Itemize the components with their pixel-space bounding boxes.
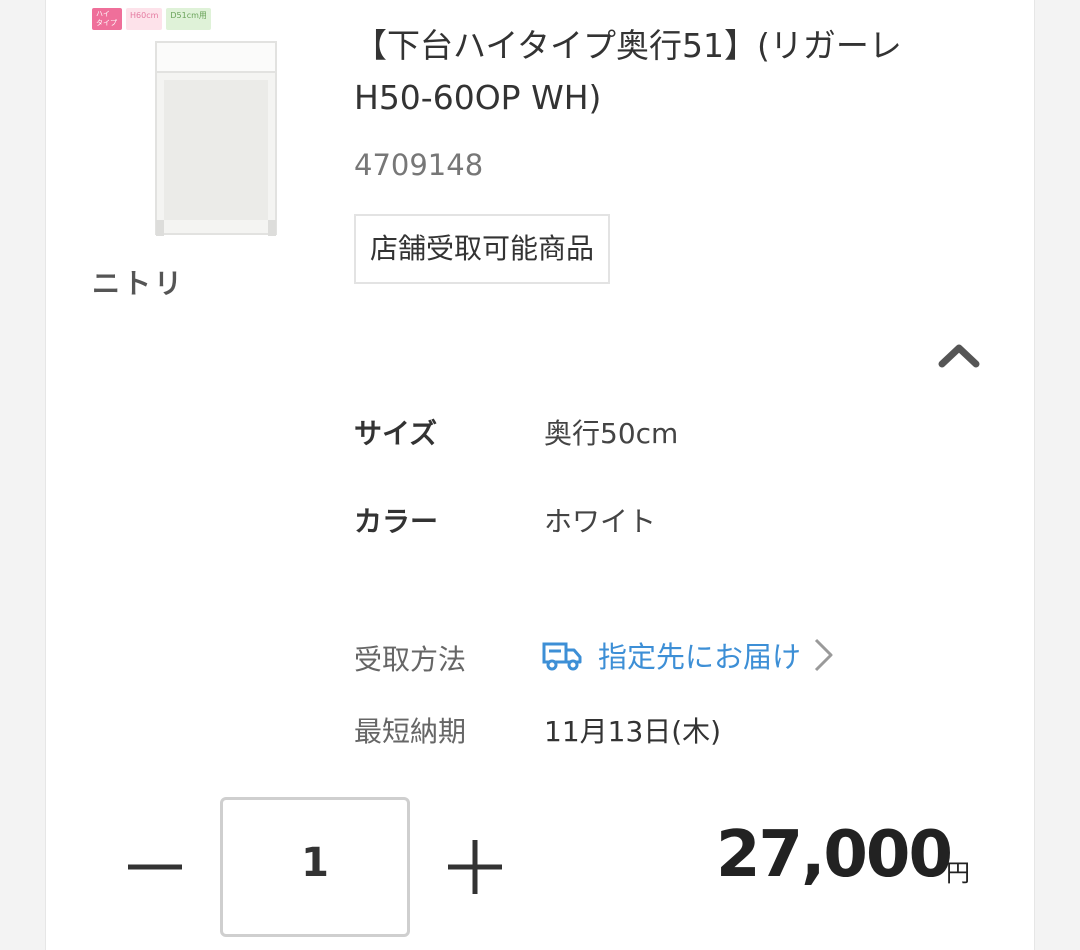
minus-icon[interactable]	[120, 832, 190, 902]
type-badge: ハイ タイプ	[92, 8, 122, 30]
delivery-method-value: 指定先にお届け	[598, 640, 802, 674]
height-badge: H60cm	[126, 8, 163, 30]
chevron-up-icon[interactable]	[936, 336, 982, 372]
color-value[interactable]: ホワイト	[544, 500, 656, 540]
product-thumbnail[interactable]: ハイ タイプ H60cm D51cm用	[92, 8, 312, 248]
plus-icon[interactable]	[440, 832, 510, 902]
delivery-method-link[interactable]: 指定先にお届け	[542, 634, 835, 676]
product-title: 【下台ハイタイプ奥行51】(リガーレ H50-60OP WH)	[354, 26, 902, 117]
cabinet-image	[155, 41, 277, 236]
earliest-delivery-label: 最短納期	[354, 715, 467, 748]
brand-name: ニトリ	[92, 267, 186, 300]
product-sku: 4709148	[354, 148, 484, 182]
thumbnail-badges: ハイ タイプ H60cm D51cm用	[92, 8, 211, 30]
price-value: 27,000	[716, 818, 953, 892]
chevron-right-icon	[814, 638, 833, 672]
price-currency: 円	[946, 859, 970, 887]
size-value[interactable]: 奥行50cm	[544, 412, 678, 452]
earliest-delivery-value: 11月13日(木)	[544, 715, 722, 748]
truck-icon	[542, 642, 582, 671]
quantity-input[interactable]: 1	[220, 797, 410, 937]
size-label: サイズ	[354, 417, 438, 450]
depth-badge: D51cm用	[166, 8, 211, 30]
color-label: カラー	[354, 505, 439, 538]
store-pickup-tag: 店舗受取可能商品	[354, 214, 611, 284]
delivery-method-label: 受取方法	[354, 643, 467, 676]
